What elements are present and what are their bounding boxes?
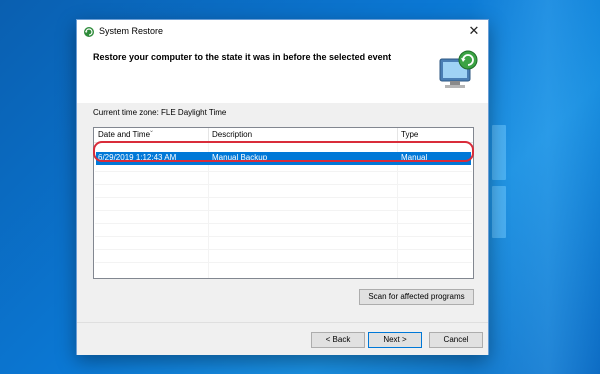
grid-row-line (95, 171, 472, 172)
page-heading: Restore your computer to the state it wa… (93, 52, 392, 62)
restore-points-list[interactable]: Date and Time ⌄ Description Type 6/29/20… (93, 127, 474, 279)
column-header-type[interactable]: Type (401, 130, 418, 139)
window-title: System Restore (99, 26, 164, 36)
back-button[interactable]: < Back (311, 332, 365, 348)
row-description: Manual Backup (212, 153, 268, 162)
column-header-description[interactable]: Description (212, 130, 252, 139)
table-row[interactable]: 6/29/2019 1:12:43 AM Manual Backup Manua… (96, 152, 471, 165)
grid-row-line (95, 262, 472, 263)
system-restore-window: System Restore ✕ Restore your computer t… (76, 19, 489, 355)
row-date-time: 6/29/2019 1:12:43 AM (98, 153, 177, 162)
grid-row-line (95, 249, 472, 250)
grid-row-line (95, 223, 472, 224)
cancel-button[interactable]: Cancel (429, 332, 483, 348)
column-header-date-time[interactable]: Date and Time (98, 130, 150, 139)
close-icon: ✕ (468, 23, 480, 38)
desktop-window-pane (492, 125, 506, 180)
sort-descending-icon: ⌄ (149, 128, 155, 134)
title-bar[interactable]: System Restore ✕ (77, 20, 488, 45)
column-divider[interactable] (397, 128, 398, 143)
close-button[interactable]: ✕ (460, 20, 488, 44)
timezone-label: Current time zone: FLE Daylight Time (93, 108, 227, 117)
computer-restore-icon (439, 50, 478, 88)
scan-affected-programs-button[interactable]: Scan for affected programs (359, 289, 474, 305)
wizard-footer: < Back Next > Cancel (77, 323, 488, 355)
grid-row-line (95, 184, 472, 185)
desktop-window-pane (492, 186, 506, 238)
grid-row-line (95, 236, 472, 237)
grid-row-line (95, 210, 472, 211)
list-header: Date and Time ⌄ Description Type (94, 128, 473, 143)
restore-points-panel: Current time zone: FLE Daylight Time Dat… (77, 103, 488, 322)
column-divider[interactable] (208, 128, 209, 143)
desktop-background (470, 0, 600, 374)
header-band: Restore your computer to the state it wa… (77, 45, 488, 103)
grid-row-line (95, 197, 472, 198)
system-restore-icon (84, 27, 94, 37)
next-button[interactable]: Next > (368, 332, 422, 348)
row-type: Manual (401, 153, 428, 162)
